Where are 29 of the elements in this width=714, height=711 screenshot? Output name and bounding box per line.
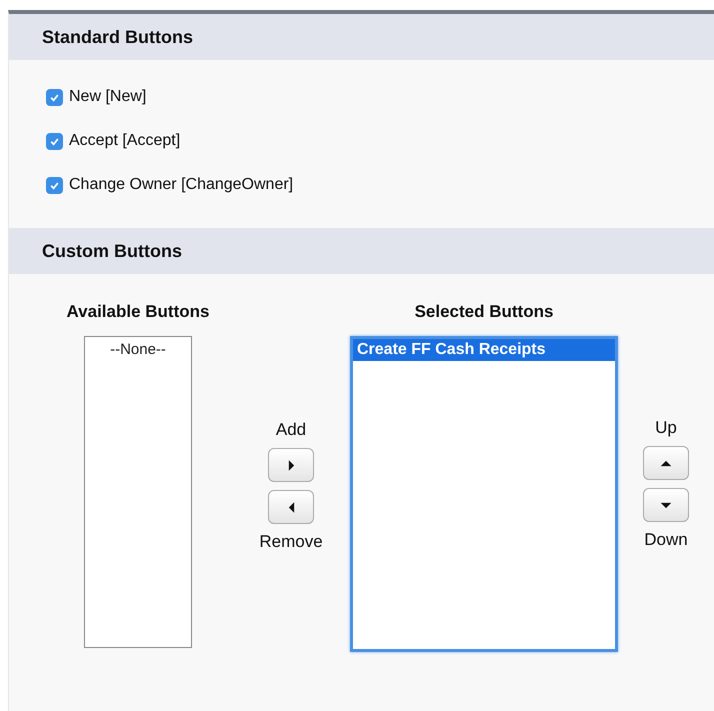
checkmark-icon [49,136,60,146]
list-label: Selected Buttons [414,302,554,322]
list-option[interactable]: --None-- [85,340,191,359]
list-box[interactable]: Create FF Cash Receipts [350,336,618,652]
remove-label: Remove [259,532,323,552]
section-title: Custom Buttons [42,240,182,262]
checkbox[interactable] [46,132,63,150]
up-label: Up [655,418,677,438]
up-button[interactable] [643,446,689,480]
down-button[interactable] [643,488,689,522]
checkmark-icon [49,180,60,190]
left-arrow-icon [288,502,294,512]
checkbox-label: Accept [Accept] [69,132,180,150]
right-arrow-icon [288,460,294,470]
list-box[interactable]: --None-- [84,336,192,648]
checkbox-label: New [New] [69,88,146,106]
down-arrow-icon [660,502,672,508]
list-option[interactable]: Create FF Cash Receipts [353,339,615,361]
up-arrow-icon [660,460,672,466]
add-button[interactable] [268,448,314,482]
remove-button[interactable] [268,490,314,524]
checkmark-icon [49,92,60,102]
section-title: Standard Buttons [42,26,193,48]
add-label: Add [276,420,306,440]
down-label: Down [644,530,688,550]
checkbox[interactable] [46,176,63,194]
list-label: Available Buttons [66,302,210,322]
checkbox[interactable] [46,88,63,106]
checkbox-label: Change Owner [ChangeOwner] [69,176,294,194]
